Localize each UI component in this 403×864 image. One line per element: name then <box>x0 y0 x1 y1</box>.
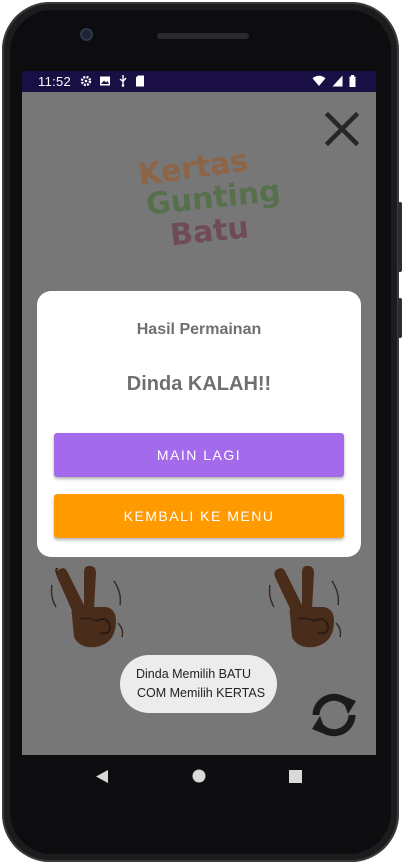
status-bar: 11:52 <box>22 71 376 92</box>
back-icon[interactable] <box>95 769 109 784</box>
game-logo: Kertas Gunting Batu <box>134 143 282 254</box>
settings-icon <box>80 75 92 87</box>
front-camera <box>80 28 93 41</box>
navigation-bar <box>22 755 376 799</box>
usb-icon <box>119 75 127 87</box>
home-icon[interactable] <box>192 769 206 783</box>
app-screen: 11:52 Kertas Gunting Batu Hasil Permaina… <box>22 71 376 755</box>
sd-card-icon <box>136 75 144 87</box>
wifi-icon <box>312 75 326 86</box>
battery-icon <box>349 75 356 87</box>
toast-com-choice: COM Memilih KERTAS <box>137 686 266 700</box>
close-icon[interactable] <box>322 109 362 149</box>
image-icon <box>100 76 110 86</box>
status-system-icons <box>312 75 356 87</box>
cellular-signal-icon <box>332 75 343 87</box>
logo-text-batu: Batu <box>168 210 251 254</box>
result-dialog: Hasil Permainan Dinda KALAH!! MAIN LAGI … <box>37 291 361 557</box>
status-notification-icons <box>80 75 145 87</box>
victory-hand-icon <box>50 565 124 648</box>
recents-icon[interactable] <box>289 770 302 783</box>
power-button <box>398 298 402 338</box>
game-result-text: Dinda KALAH!! <box>126 373 272 395</box>
choice-toast: Dinda Memilih BATU COM Memilih KERTAS <box>120 655 277 713</box>
back-to-menu-button[interactable]: KEMBALI KE MENU <box>54 494 344 538</box>
earpiece-speaker <box>157 33 249 39</box>
dialog-title: Hasil Permainan <box>136 321 262 338</box>
toast-player-choice: Dinda Memilih BATU <box>136 667 252 681</box>
play-again-button[interactable]: MAIN LAGI <box>54 433 344 477</box>
refresh-icon[interactable] <box>306 687 362 743</box>
status-time: 11:52 <box>38 74 72 89</box>
victory-hand-icon <box>268 565 342 648</box>
volume-button <box>398 202 402 272</box>
